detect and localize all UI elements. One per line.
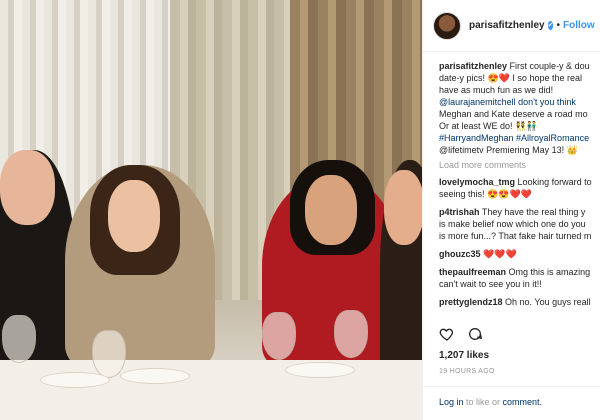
post-header: parisafitzhenley ✔ • Follow — [423, 0, 600, 52]
wine-glass — [92, 330, 126, 378]
likes-count[interactable]: 1,207 likes — [439, 350, 489, 361]
face-woman-right — [305, 175, 357, 245]
heart-icon[interactable] — [439, 326, 455, 342]
caption-line: date-y pics! 😍❤️ I so hope the real — [439, 73, 582, 83]
caption-hashtags[interactable]: #HarryandMeghan #AllroyalRomance — [439, 132, 600, 144]
post-timestamp: 19 HOURS AGO — [439, 368, 495, 375]
dessert-plate — [40, 372, 110, 388]
wine-glass — [2, 315, 36, 363]
login-link[interactable]: Log in — [439, 397, 464, 407]
login-prompt-text: to like or — [463, 397, 503, 407]
face-man-left — [0, 150, 55, 225]
verified-badge-icon: ✔ — [547, 21, 554, 30]
comment-text: Oh no. You guys reall — [505, 297, 591, 307]
comment-text: They have the real thing y — [481, 207, 586, 217]
caption-line: Meghan and Kate deserve a road mo — [439, 109, 588, 119]
comment-text: Omg this is amazing — [508, 267, 591, 277]
comment-link[interactable]: comment. — [503, 397, 543, 407]
wine-glass — [334, 310, 368, 358]
wine-glass — [262, 312, 296, 360]
post-panel: parisafitzhenley ✔ • Follow parisafitzhe… — [422, 0, 600, 420]
separator-dot: • — [556, 20, 560, 31]
caption-mention[interactable]: @laurajanemitchell don't you think — [439, 96, 600, 108]
comment-item: thepaulfreeman Omg this is amazing can't… — [439, 266, 600, 290]
comment-username[interactable]: prettyglendz18 — [439, 297, 503, 307]
comment-text: is make belief now which one do you — [439, 219, 586, 229]
load-more-comments-button[interactable]: Load more comments — [439, 160, 600, 170]
comment-item: ghouzc35 ❤️❤️❤️ — [439, 248, 600, 260]
caption-username[interactable]: parisafitzhenley — [439, 61, 507, 71]
login-prompt: Log in to like or comment. — [423, 386, 600, 420]
comment-item: prettyglendz18 Oh no. You guys reall — [439, 296, 600, 308]
comment-username[interactable]: ghouzc35 — [439, 249, 481, 259]
comment-bubble-icon[interactable] — [467, 326, 483, 342]
follow-button[interactable]: Follow — [563, 20, 595, 31]
dessert-plate — [120, 368, 190, 384]
comment-username[interactable]: thepaulfreeman — [439, 267, 506, 277]
comment-username[interactable]: lovelymocha_tmg — [439, 177, 515, 187]
comment-text: Looking forward to — [517, 177, 592, 187]
caption-line: parisafitzhenley First couple-y & dou — [439, 60, 600, 72]
dessert-plate — [285, 362, 355, 378]
caption-line: have as much fun as we did! — [439, 85, 554, 95]
comment-item: lovelymocha_tmg Looking forward to seein… — [439, 176, 600, 200]
header-username[interactable]: parisafitzhenley — [469, 20, 545, 31]
comment-text: can't wait to see you in it!! — [439, 279, 542, 289]
action-bar — [439, 326, 483, 342]
avatar[interactable] — [433, 11, 461, 40]
caption-line: Or at least WE do! 👯👬 — [439, 121, 538, 131]
comment-text: is more fun...? That fake hair turned m — [439, 231, 592, 241]
comment-username[interactable]: p4trishah — [439, 207, 480, 217]
face-woman-left — [108, 180, 160, 252]
face-man-right — [384, 170, 422, 245]
post-photo[interactable] — [0, 0, 422, 420]
comment-text: seeing this! 😍😍❤️❤️ — [439, 189, 532, 199]
caption-text: First couple-y & dou — [509, 61, 590, 71]
caption-line: @lifetimetv Premiering May 13! 👑 — [439, 145, 578, 155]
dining-table — [0, 360, 422, 420]
comment-item: p4trishah They have the real thing y is … — [439, 206, 600, 242]
comments-list: parisafitzhenley First couple-y & dou da… — [423, 52, 600, 322]
comment-text: ❤️❤️❤️ — [483, 249, 517, 259]
